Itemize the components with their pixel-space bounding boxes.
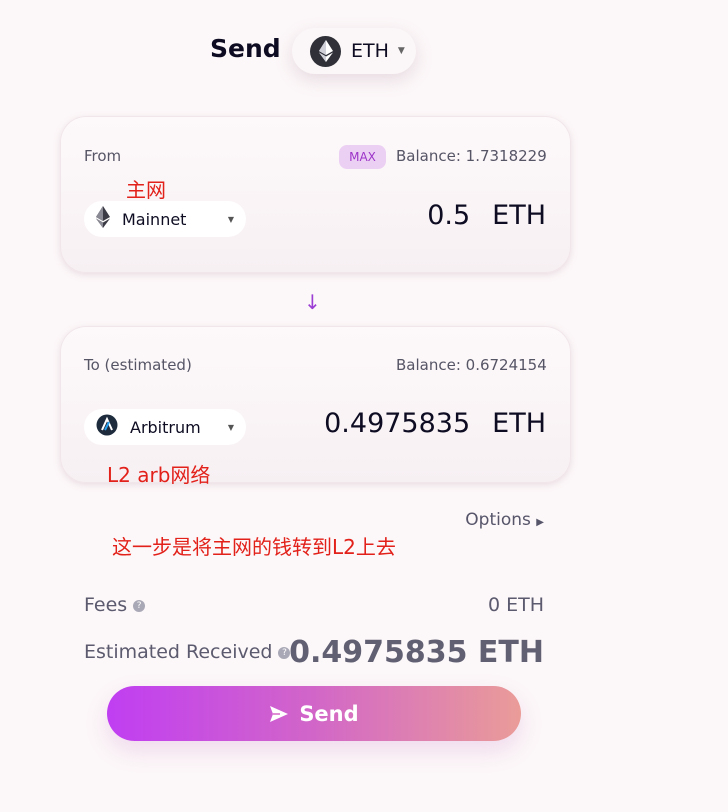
mainnet-annotation: 主网 [126,178,166,202]
estimated-received-value: 0.4975835 ETH [289,635,544,670]
fees-row: Fees? [84,594,146,616]
estimated-received-label: Estimated Received [84,641,273,663]
from-amount-input[interactable]: 0.5 ETH [427,200,546,231]
from-network-selector[interactable]: Mainnet ▼ [84,201,246,237]
to-network-selector[interactable]: Arbitrum ▼ [84,409,246,445]
send-button[interactable]: Send [107,686,521,741]
options-label: Options [465,510,531,530]
triangle-right-icon: ▶ [536,517,544,528]
send-button-label: Send [299,701,359,726]
to-amount-display: 0.4975835 ETH [324,408,546,439]
chevron-down-icon: ▼ [227,422,234,432]
to-balance: Balance: 0.6724154 [396,356,547,374]
chevron-down-icon: ▼ [397,46,405,56]
token-selector[interactable]: ETH ▼ [292,28,416,74]
from-amount-unit: ETH [492,200,546,231]
max-button[interactable]: MAX [339,145,386,169]
from-balance: Balance: 1.7318229 [396,147,547,165]
from-label: From [84,147,122,165]
step-annotation: 这一步是将主网的钱转到L2上去 [112,535,396,559]
ethereum-icon [96,206,110,232]
chevron-down-icon: ▼ [227,214,234,224]
arbitrum-icon [96,414,118,440]
eth-icon [310,35,341,67]
to-amount-unit: ETH [492,408,546,439]
token-label: ETH [351,40,389,62]
options-toggle[interactable]: Options ▶ [465,510,544,530]
to-label: To (estimated) [84,356,192,374]
l2-annotation: L2 arb网络 [107,463,211,487]
fees-value: 0 ETH [487,594,544,616]
page-title: Send [210,34,281,63]
estimated-received-row: Estimated Received? [84,641,291,663]
fees-label: Fees [84,594,128,616]
to-amount-value: 0.4975835 [324,408,471,439]
from-network-label: Mainnet [122,209,187,229]
arrow-down-icon: ↓ [304,290,321,314]
send-icon [270,705,289,722]
from-amount-value: 0.5 [427,200,471,231]
help-icon[interactable]: ? [133,599,146,612]
to-network-label: Arbitrum [130,417,201,437]
